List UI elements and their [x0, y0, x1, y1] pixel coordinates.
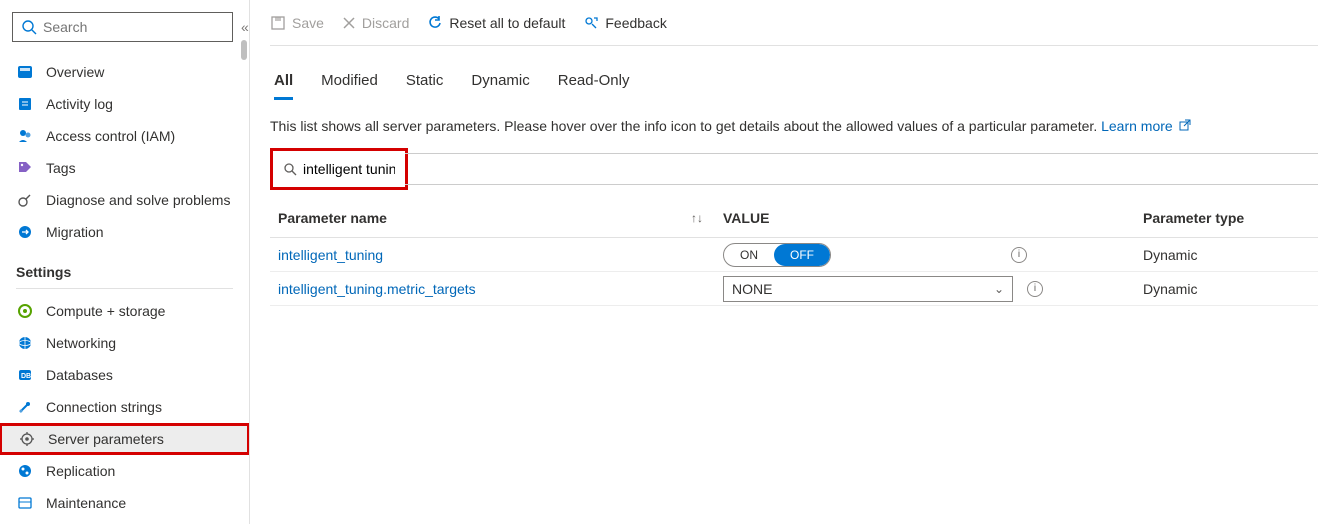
migration-icon — [16, 223, 34, 241]
overview-icon — [16, 63, 34, 81]
sidebar-item-label: Migration — [46, 224, 104, 240]
tab-modified[interactable]: Modified — [321, 72, 378, 100]
feedback-label: Feedback — [605, 15, 666, 31]
search-icon — [283, 162, 297, 176]
sidebar-item-overview[interactable]: Overview — [0, 56, 249, 88]
sidebar-item-server-parameters[interactable]: Server parameters — [0, 423, 250, 455]
sidebar-item-diagnose[interactable]: Diagnose and solve problems — [0, 184, 249, 216]
parameter-type-cell: Dynamic — [1143, 247, 1310, 263]
compute-icon — [16, 302, 34, 320]
discard-icon — [342, 16, 356, 30]
scrollbar-thumb[interactable] — [241, 40, 247, 60]
sidebar-item-label: Databases — [46, 367, 113, 383]
sidebar-item-label: Diagnose and solve problems — [46, 192, 230, 208]
sidebar-item-databases[interactable]: DB Databases — [0, 359, 249, 391]
sidebar-item-compute-storage[interactable]: Compute + storage — [0, 295, 249, 327]
parameters-table: Parameter name ↑↓ VALUE Parameter type i… — [270, 198, 1318, 306]
sidebar-item-tags[interactable]: Tags — [0, 152, 249, 184]
search-icon — [21, 19, 37, 35]
diagnose-icon — [16, 191, 34, 209]
tab-dynamic[interactable]: Dynamic — [471, 72, 529, 100]
conn-icon — [16, 398, 34, 416]
reset-button[interactable]: Reset all to default — [427, 15, 565, 31]
replication-icon — [16, 462, 34, 480]
save-icon — [270, 15, 286, 31]
sidebar: « Overview Activity log Access control (… — [0, 0, 250, 524]
sidebar-section-settings: Settings — [0, 248, 249, 284]
tabs: All Modified Static Dynamic Read-Only — [270, 72, 1318, 100]
table-row: intelligent_tuning ON OFF i Dynamic — [270, 238, 1318, 272]
sidebar-item-label: Overview — [46, 64, 104, 80]
gear-icon — [18, 430, 36, 448]
column-header-type[interactable]: Parameter type — [1143, 210, 1310, 226]
discard-button[interactable]: Discard — [342, 15, 409, 31]
network-icon — [16, 334, 34, 352]
info-icon[interactable]: i — [1011, 247, 1027, 263]
reset-icon — [427, 15, 443, 31]
tab-readonly[interactable]: Read-Only — [558, 72, 630, 100]
sidebar-item-label: Replication — [46, 463, 115, 479]
sidebar-item-migration[interactable]: Migration — [0, 216, 249, 248]
parameter-filter-input[interactable] — [303, 161, 395, 177]
db-icon: DB — [16, 366, 34, 384]
sidebar-item-connection-strings[interactable]: Connection strings — [0, 391, 249, 423]
log-icon — [16, 95, 34, 113]
svg-text:DB: DB — [21, 373, 31, 380]
external-link-icon — [1179, 119, 1191, 131]
sidebar-item-high-availability[interactable]: High availability — [0, 519, 249, 524]
filter-highlight — [270, 148, 408, 190]
sidebar-item-activity-log[interactable]: Activity log — [0, 88, 249, 120]
chevron-down-icon: ⌄ — [994, 282, 1004, 296]
toggle-switch[interactable]: ON OFF — [723, 243, 831, 267]
sidebar-search-box[interactable] — [12, 12, 233, 42]
sidebar-item-label: Server parameters — [48, 431, 164, 447]
parameter-link[interactable]: intelligent_tuning — [278, 247, 383, 263]
sidebar-item-label: Activity log — [46, 96, 113, 112]
value-select[interactable]: NONE ⌄ — [723, 276, 1013, 302]
tags-icon — [16, 159, 34, 177]
maint-icon — [16, 494, 34, 512]
sidebar-item-maintenance[interactable]: Maintenance — [0, 487, 249, 519]
toggle-off-label: OFF — [774, 244, 830, 266]
column-header-name[interactable]: Parameter name — [278, 210, 387, 226]
sidebar-item-label: Networking — [46, 335, 116, 351]
sidebar-item-label: Maintenance — [46, 495, 126, 511]
sidebar-item-access-control[interactable]: Access control (IAM) — [0, 120, 249, 152]
save-button[interactable]: Save — [270, 15, 324, 31]
select-value: NONE — [732, 281, 772, 297]
table-row: intelligent_tuning.metric_targets NONE ⌄… — [270, 272, 1318, 306]
parameter-link[interactable]: intelligent_tuning.metric_targets — [278, 281, 476, 297]
feedback-icon — [583, 15, 599, 31]
reset-label: Reset all to default — [449, 15, 565, 31]
parameter-filter-box[interactable] — [275, 153, 403, 185]
tab-static[interactable]: Static — [406, 72, 444, 100]
collapse-sidebar-icon[interactable]: « — [241, 19, 249, 35]
sidebar-item-networking[interactable]: Networking — [0, 327, 249, 359]
sidebar-item-label: Compute + storage — [46, 303, 165, 319]
learn-more-link[interactable]: Learn more — [1101, 118, 1190, 134]
toggle-on-label: ON — [724, 244, 774, 266]
feedback-button[interactable]: Feedback — [583, 15, 666, 31]
sort-icon[interactable]: ↑↓ — [691, 211, 703, 225]
column-header-value[interactable]: VALUE — [723, 210, 1143, 226]
tab-all[interactable]: All — [274, 72, 293, 100]
info-icon[interactable]: i — [1027, 281, 1043, 297]
sidebar-item-label: Tags — [46, 160, 76, 176]
main-content: Save Discard Reset all to default Feedba… — [250, 0, 1338, 524]
sidebar-item-replication[interactable]: Replication — [0, 455, 249, 487]
divider — [16, 288, 233, 289]
parameter-type-cell: Dynamic — [1143, 281, 1310, 297]
discard-label: Discard — [362, 15, 409, 31]
save-label: Save — [292, 15, 324, 31]
sidebar-search-input[interactable] — [43, 19, 224, 35]
sidebar-item-label: Connection strings — [46, 399, 162, 415]
table-header: Parameter name ↑↓ VALUE Parameter type — [270, 198, 1318, 238]
toolbar: Save Discard Reset all to default Feedba… — [270, 0, 1318, 46]
iam-icon — [16, 127, 34, 145]
sidebar-item-label: Access control (IAM) — [46, 128, 175, 144]
filter-row-border — [405, 153, 1318, 185]
description-text: This list shows all server parameters. P… — [270, 118, 1318, 134]
